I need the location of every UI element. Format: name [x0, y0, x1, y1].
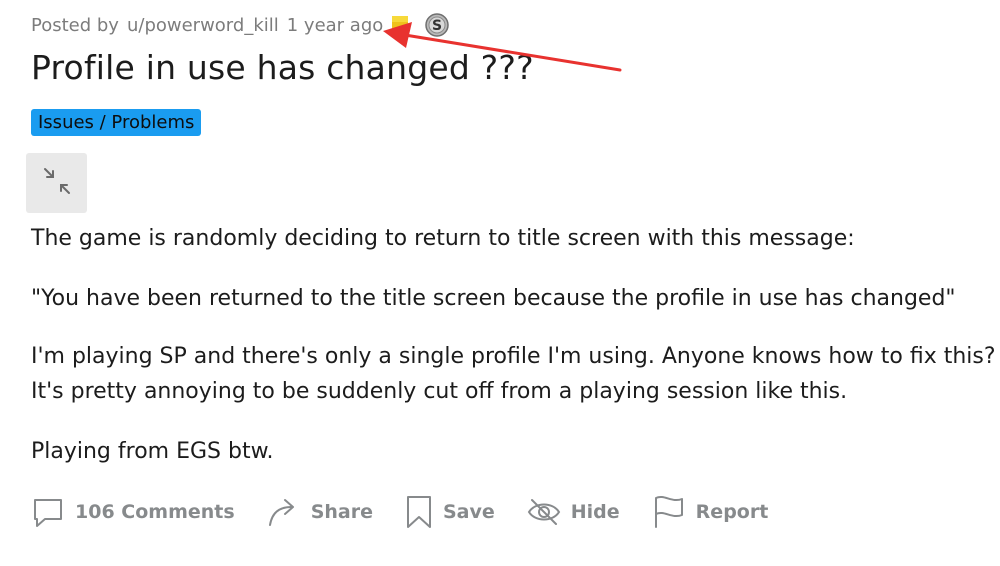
body-paragraph: The game is randomly deciding to return …: [31, 226, 855, 251]
gold-award-icon[interactable]: [391, 15, 409, 35]
author-link[interactable]: u/powerword_kill: [127, 15, 279, 36]
report-label: Report: [695, 501, 769, 523]
share-icon: [267, 495, 301, 529]
expand-button[interactable]: [26, 153, 87, 213]
eye-slash-icon: [527, 495, 561, 529]
posted-by-label: Posted by: [31, 14, 119, 36]
post-meta: Posted by u/powerword_kill 1 year ago S: [31, 10, 450, 40]
post-container: Posted by u/powerword_kill 1 year ago S …: [0, 0, 1000, 566]
report-button[interactable]: Report: [652, 495, 769, 529]
bookmark-icon: [405, 495, 433, 529]
post-actions: 106 Comments Share Save Hide Report: [31, 490, 800, 534]
body-paragraph: Playing from EGS btw.: [31, 439, 274, 464]
post-title[interactable]: Profile in use has changed ???: [31, 48, 534, 87]
post-flair[interactable]: Issues / Problems: [31, 109, 202, 136]
share-label: Share: [310, 501, 373, 523]
save-button[interactable]: Save: [405, 495, 495, 529]
share-button[interactable]: Share: [267, 495, 373, 529]
hide-button[interactable]: Hide: [527, 495, 620, 529]
silver-award-icon[interactable]: S: [425, 13, 450, 37]
body-paragraph: "You have been returned to the title scr…: [31, 286, 956, 311]
hide-label: Hide: [570, 501, 620, 523]
collapse-icon: [40, 164, 74, 202]
comment-icon: [31, 495, 65, 529]
save-label: Save: [442, 501, 495, 523]
comments-label: 106 Comments: [75, 501, 235, 523]
body-paragraph: I'm playing SP and there's only a single…: [31, 344, 996, 369]
flag-icon: [652, 495, 686, 529]
body-paragraph: It's pretty annoying to be suddenly cut …: [31, 379, 848, 404]
post-age[interactable]: 1 year ago: [287, 15, 384, 36]
svg-text:S: S: [432, 18, 442, 34]
comments-button[interactable]: 106 Comments: [31, 495, 235, 529]
